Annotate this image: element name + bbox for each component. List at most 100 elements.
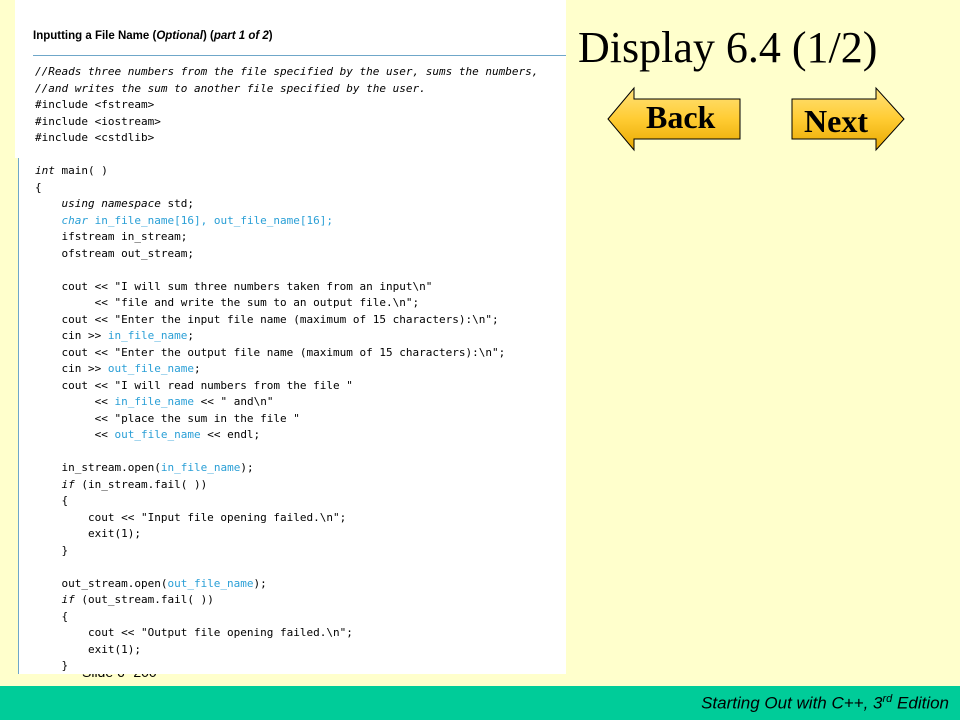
code-token: cout << "Input file opening failed.\n"; <box>35 510 347 524</box>
code-line: int main( ) <box>35 163 565 180</box>
panel-title: Inputting a File Name (Optional) (part 1… <box>33 30 273 42</box>
code-token: in_file_name[16], out_file_name[16]; <box>88 213 334 227</box>
code-token: std; <box>160 197 194 210</box>
code-line: #include <fstream> <box>35 97 565 114</box>
code-listing: //Reads three numbers from the file spec… <box>35 64 565 675</box>
code-line: cout << "Enter the output file name (max… <box>35 345 565 362</box>
code-token: { <box>35 180 42 194</box>
code-token: (out_stream.fail( )) <box>74 593 214 606</box>
back-button[interactable]: Back <box>606 86 742 152</box>
code-token: ; <box>187 329 194 342</box>
code-line: if (in_stream.fail( )) <box>35 477 565 494</box>
back-button-label: Back <box>646 99 716 135</box>
code-token: } <box>35 543 69 557</box>
footer-text-main: Starting Out with C++, 3 <box>701 693 883 713</box>
code-token: cout << "Enter the input file name (maxi… <box>35 312 499 326</box>
code-line: << "place the sum in the file " <box>35 411 565 428</box>
code-token: << endl; <box>200 428 261 441</box>
panel-title-end: ) <box>268 30 273 42</box>
code-token: in_stream.open( <box>35 461 161 474</box>
code-line: cout << "I will read numbers from the fi… <box>35 378 565 395</box>
display-title: Display 6.4 (1/2) <box>578 23 878 72</box>
code-line: cout << "Input file opening failed.\n"; <box>35 510 565 527</box>
code-line: using namespace std; <box>35 196 565 213</box>
code-line: cin >> out_file_name; <box>35 361 565 378</box>
code-line: cout << "Enter the input file name (maxi… <box>35 312 565 329</box>
code-token: int <box>35 164 55 177</box>
code-token: char <box>61 213 89 227</box>
code-token: cout << "Enter the output file name (max… <box>35 345 506 359</box>
code-line: in_stream.open(in_file_name); <box>35 460 565 477</box>
code-token: << "place the sum in the file " <box>35 411 300 425</box>
left-rule <box>18 158 19 674</box>
code-line: << in_file_name << " and\n" <box>35 394 565 411</box>
code-line: cin >> in_file_name; <box>35 328 565 345</box>
code-line: char in_file_name[16], out_file_name[16]… <box>35 213 565 230</box>
code-token: ; <box>193 362 201 375</box>
code-token: in_file_name <box>160 461 241 474</box>
code-line: if (out_stream.fail( )) <box>35 592 565 609</box>
code-token: #include <fstream> <box>35 98 155 111</box>
code-token: main( ) <box>54 164 108 177</box>
panel-notch <box>0 158 18 674</box>
code-token: cout << "I will sum three numbers taken … <box>35 279 433 293</box>
next-button[interactable]: Next <box>790 86 906 152</box>
panel-title-part: part 1 of 2 <box>213 30 269 42</box>
code-token: if <box>61 593 75 606</box>
code-token: out_file_name <box>114 428 201 441</box>
code-line: << out_file_name << endl; <box>35 427 565 444</box>
footer-text-end: Edition <box>892 693 949 713</box>
footer-text-sup: rd <box>882 693 893 705</box>
code-token: //Reads three numbers from the file spec… <box>35 65 539 78</box>
code-token: ); <box>240 461 254 474</box>
code-line: cout << "Output file opening failed.\n"; <box>35 625 565 642</box>
code-token: cout << "I will read numbers from the fi… <box>35 378 353 392</box>
code-token: { <box>35 494 69 507</box>
code-line: //and writes the sum to another file spe… <box>35 81 565 98</box>
code-line: #include <iostream> <box>35 114 565 131</box>
code-line: exit(1); <box>35 642 565 659</box>
code-token: if <box>61 477 75 491</box>
code-token: ifstream in_stream; <box>35 230 188 243</box>
code-token: out_file_name <box>167 576 254 590</box>
code-token: //and writes the sum to another file spe… <box>35 81 426 95</box>
code-token: exit(1); <box>35 527 141 540</box>
code-token: << <box>35 395 115 408</box>
code-line: exit(1); <box>35 526 565 543</box>
code-token: } <box>35 659 69 672</box>
code-token: in_file_name <box>114 395 194 408</box>
code-token: (in_stream.fail( )) <box>74 477 208 491</box>
code-line: //Reads three numbers from the file spec… <box>35 64 565 81</box>
code-token: using namespace <box>61 197 161 210</box>
code-line: out_stream.open(out_file_name); <box>35 576 565 593</box>
code-line: #include <cstdlib> <box>35 130 565 147</box>
code-token: exit(1); <box>35 642 141 656</box>
code-token: { <box>35 609 69 623</box>
code-line: } <box>35 658 565 675</box>
code-panel: Inputting a File Name (Optional) (part 1… <box>15 0 566 674</box>
code-line: cout << "I will sum three numbers taken … <box>35 279 565 296</box>
code-line: } <box>35 543 565 560</box>
code-token: #include <cstdlib> <box>35 131 155 144</box>
code-token: out_file_name <box>107 362 194 375</box>
code-line: ofstream out_stream; <box>35 246 565 263</box>
code-token: out_stream.open( <box>35 576 168 590</box>
code-token: ); <box>253 576 267 590</box>
panel-title-paren-close: ) ( <box>202 30 214 42</box>
panel-title-plain: Inputting a File Name <box>33 30 153 42</box>
title-rule <box>33 55 566 56</box>
code-token: << " and\n" <box>193 395 274 408</box>
next-button-label: Next <box>804 103 868 139</box>
code-token: #include <iostream> <box>35 114 161 128</box>
code-token: cin >> <box>35 362 108 375</box>
code-token: cin >> <box>35 329 108 342</box>
code-line: { <box>35 180 565 197</box>
code-line: { <box>35 609 565 626</box>
